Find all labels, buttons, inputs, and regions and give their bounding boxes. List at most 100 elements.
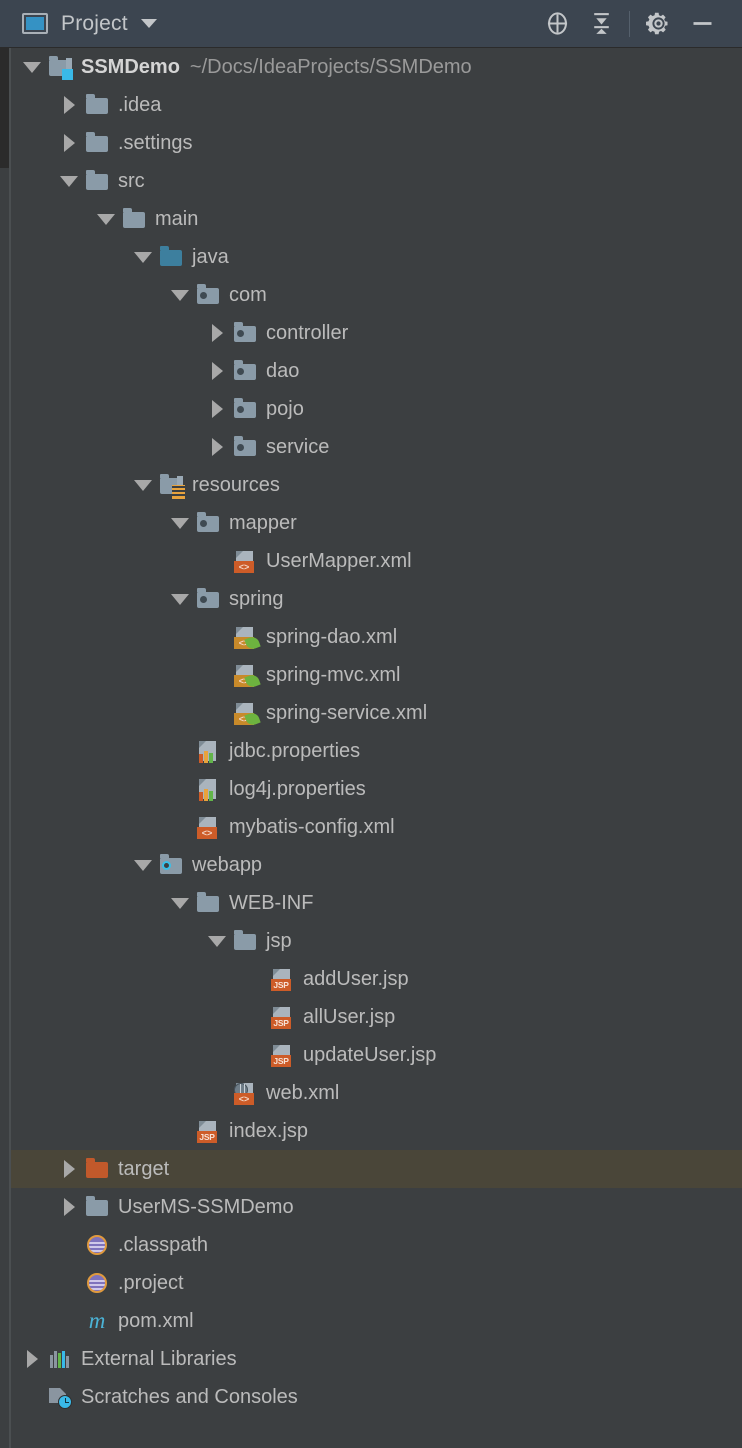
tree-row[interactable]: webapp [11,846,742,884]
tree-row[interactable]: spring [11,580,742,618]
tree-row[interactable]: .classpath [11,1226,742,1264]
tree-row[interactable]: .idea [11,86,742,124]
tree-row[interactable]: <> UserMapper.xml [11,542,742,580]
properties-file-icon [196,777,220,801]
tree-toggle-collapsed[interactable] [56,1150,82,1188]
tree-toggle-none [204,1074,230,1112]
tree-row[interactable]: <> spring-mvc.xml [11,656,742,694]
tree-toggle-none [19,1378,45,1416]
jsp-file-icon: JSP [196,1119,220,1143]
tree-toggle-expanded[interactable] [167,884,193,922]
vertical-scrollbar-thumb[interactable] [0,48,9,168]
tree-row[interactable]: UserMS-SSMDemo [11,1188,742,1226]
tree-row[interactable]: resources [11,466,742,504]
minimize-icon[interactable] [680,2,724,46]
tree-toggle-collapsed[interactable] [204,428,230,466]
collapse-all-icon[interactable] [579,2,623,46]
chevron-down-icon[interactable] [140,19,157,28]
tree-row[interactable]: JSP updateUser.jsp [11,1036,742,1074]
tree-row[interactable]: target [11,1150,742,1188]
scroll-from-source-icon[interactable] [535,2,579,46]
tree-toggle-none [204,542,230,580]
tree-toggle-collapsed[interactable] [19,1340,45,1378]
tree-row[interactable]: service [11,428,742,466]
tree-row[interactable]: .project [11,1264,742,1302]
tree-row-icon [82,124,112,162]
tree-row[interactable]: m pom.xml [11,1302,742,1340]
tree-toggle-collapsed[interactable] [56,124,82,162]
tree-row[interactable]: JSP index.jsp [11,1112,742,1150]
gear-icon[interactable] [636,2,680,46]
tree-toggle-none [167,1112,193,1150]
tree-row-label: target [118,1157,170,1180]
tree-row-label: .idea [118,93,162,116]
vertical-scrollbar-track[interactable] [0,48,9,1448]
tree-toggle-collapsed[interactable] [56,86,82,124]
tree-row-icon: m [82,1302,112,1340]
tree-row-label: java [192,245,229,268]
tree-row-icon [193,276,223,314]
maven-file-icon: m [88,1308,106,1333]
tree-row-label: resources [192,473,280,496]
tree-row-icon: JSP [267,1036,297,1074]
tree-row[interactable]: dao [11,352,742,390]
tree-row[interactable]: jsp [11,922,742,960]
tree-row[interactable]: External Libraries [11,1340,742,1378]
tree-row-label: jdbc.properties [229,739,361,762]
tree-row-icon: <> [230,542,260,580]
tree-row[interactable]: JSP addUser.jsp [11,960,742,998]
tree-toggle-collapsed[interactable] [56,1188,82,1226]
tool-window-title-group[interactable]: Project [0,12,157,36]
tree-toggle-expanded[interactable] [130,466,156,504]
tree-row-icon: <> [230,694,261,732]
tree-row[interactable]: Scratches and Consoles [11,1378,742,1416]
tree-row[interactable]: main [11,200,742,238]
eclipse-file-icon [85,1271,109,1295]
tree-row[interactable]: pojo [11,390,742,428]
tree-toggle-collapsed[interactable] [204,314,230,352]
tree-row[interactable]: controller [11,314,742,352]
tree-row[interactable]: log4j.properties [11,770,742,808]
tree-row-label: mapper [229,511,297,534]
project-tree[interactable]: SSMDemo ~/Docs/IdeaProjects/SSMDemo .idea.… [11,48,742,1448]
tree-toggle-collapsed[interactable] [204,390,230,428]
source-root-folder-icon [159,245,183,269]
tree-row[interactable]: src [11,162,742,200]
package-icon [233,435,257,459]
tree-toggle-expanded[interactable] [130,238,156,276]
tree-toggle-collapsed[interactable] [204,352,230,390]
folder-icon [233,929,257,953]
tree-row-label: web.xml [266,1081,340,1104]
tree-row[interactable]: com [11,276,742,314]
tree-row-icon: JSP [267,998,297,1036]
tree-row[interactable]: JSP allUser.jsp [11,998,742,1036]
tree-row[interactable]: .settings [11,124,742,162]
tree-row[interactable]: WEB-INF [11,884,742,922]
tree-row-label: addUser.jsp [303,967,409,990]
tree-toggle-expanded[interactable] [19,48,45,86]
tree-row[interactable]: mapper [11,504,742,542]
tree-row[interactable]: SSMDemo ~/Docs/IdeaProjects/SSMDemo [11,48,742,86]
tree-row-label: pojo [266,397,304,420]
tree-row[interactable]: <> spring-service.xml [11,694,742,732]
tree-row[interactable]: <> spring-dao.xml [11,618,742,656]
tree-row-icon: <> [230,656,261,694]
tree-row-icon [193,732,223,770]
tree-row[interactable]: <> mybatis-config.xml [11,808,742,846]
tree-toggle-expanded[interactable] [167,580,193,618]
tree-toggle-expanded[interactable] [204,922,230,960]
tree-row-icon [156,238,186,276]
tree-row[interactable]: java [11,238,742,276]
tree-row[interactable]: <> web.xml [11,1074,742,1112]
tree-toggle-expanded[interactable] [130,846,156,884]
tree-row-label: pom.xml [118,1309,194,1332]
tree-toggle-expanded[interactable] [167,504,193,542]
tree-toggle-expanded[interactable] [167,276,193,314]
tree-toggle-expanded[interactable] [93,200,119,238]
tree-row[interactable]: jdbc.properties [11,732,742,770]
tool-window-actions [535,2,742,46]
tree-row-icon [82,1188,112,1226]
tree-row-icon [82,1226,112,1264]
tree-row-icon [82,1264,112,1302]
tree-toggle-expanded[interactable] [56,162,82,200]
